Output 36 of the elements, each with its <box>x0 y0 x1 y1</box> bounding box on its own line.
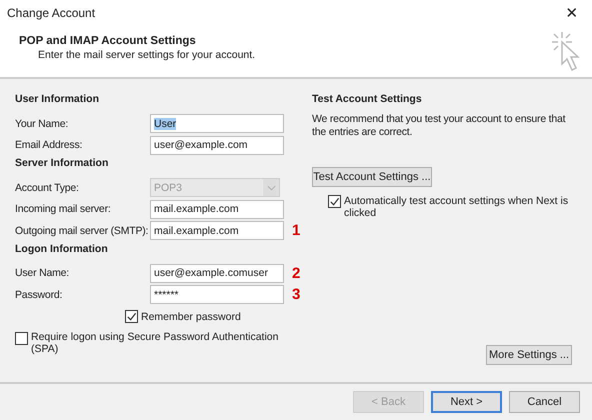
field-label: Outgoing mail server (SMTP): <box>15 224 150 237</box>
input-field[interactable]: mail.example.com <box>150 200 284 219</box>
chevron-down-icon <box>266 184 276 191</box>
input-field[interactable]: User <box>150 114 284 134</box>
input-field[interactable]: user@example.comuser <box>150 264 284 283</box>
annotation-number: 2 <box>292 264 300 282</box>
annotation-number: 3 <box>292 286 300 304</box>
checkbox-label: Require logon using Secure Password Authentication (SPA) <box>31 330 280 354</box>
field-label: Email Address: <box>15 139 84 152</box>
window-title: Change Account <box>7 6 96 20</box>
field-label: Your Name: <box>15 118 70 130</box>
checkbox[interactable] <box>15 332 28 344</box>
more-settings-button[interactable]: More Settings ... <box>486 345 572 365</box>
section-heading: Server Information <box>15 156 110 171</box>
field-label: Incoming mail server: <box>15 203 112 216</box>
input-field[interactable]: ****** <box>150 285 284 304</box>
section-heading: Test Account Settings <box>312 92 423 107</box>
field-label: User Name: <box>15 267 70 280</box>
annotation-number: 1 <box>292 222 300 240</box>
dialog-button[interactable]: Next > <box>431 391 502 413</box>
section-heading: Logon Information <box>15 242 109 256</box>
field-label: Account Type: <box>15 182 80 194</box>
checkbox-label: Automatically test account settings when Next is clicked <box>344 195 570 219</box>
field-label: Password: <box>15 288 64 301</box>
input-field[interactable]: mail.example.com <box>150 221 284 240</box>
input-field[interactable]: user@example.com <box>150 136 284 155</box>
checkbox-label: Remember password <box>141 310 241 322</box>
test-settings-button[interactable]: Test Account Settings ... <box>312 167 432 187</box>
checkbox[interactable] <box>125 310 138 323</box>
dialog-button[interactable]: Cancel <box>509 391 580 413</box>
section-heading: User Information <box>15 92 100 107</box>
page-subtitle: Enter the mail server settings for your account. <box>38 49 256 61</box>
page-title: POP and IMAP Account Settings <box>19 35 197 47</box>
description-text: We recommend that you test your account to ensure that the entries are correct. <box>312 113 566 139</box>
checkbox[interactable] <box>328 195 341 208</box>
close-button[interactable]: ✕ <box>552 0 592 26</box>
